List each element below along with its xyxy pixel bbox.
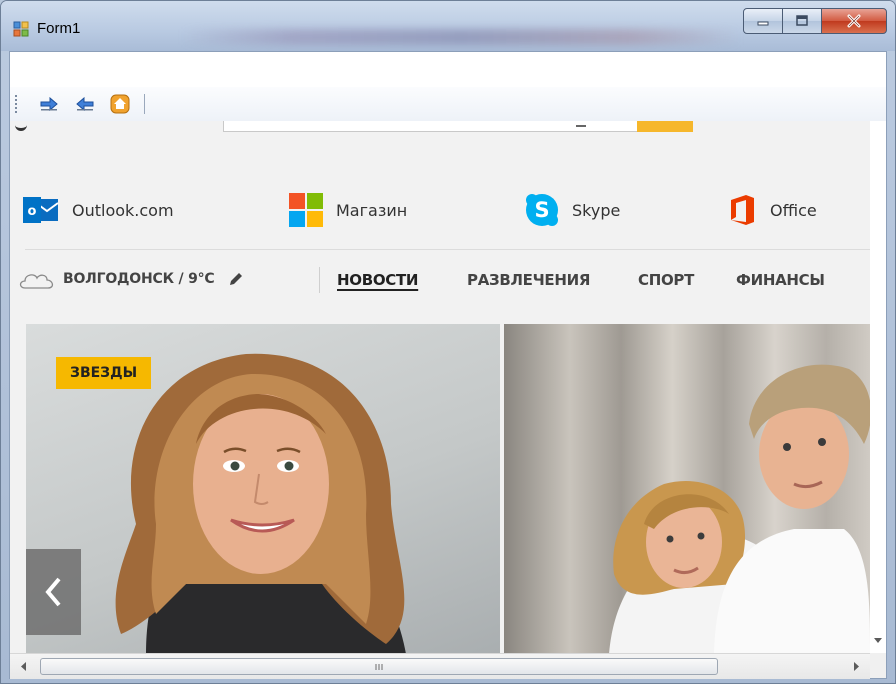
maximize-button[interactable] xyxy=(782,8,822,34)
weather-widget[interactable]: ВОЛГОДОНСК / 9°C xyxy=(17,268,245,290)
nav-item-news[interactable]: НОВОСТИ xyxy=(337,271,418,289)
home-button[interactable] xyxy=(109,93,131,115)
toolstrip-separator xyxy=(144,94,145,114)
quick-link-label: Skype xyxy=(572,200,621,220)
hero-carousel: ЗВЕЗДЫ xyxy=(26,324,870,653)
outlook-icon: o xyxy=(23,197,59,223)
office-icon xyxy=(731,195,754,225)
tool-strip xyxy=(10,87,886,122)
scroll-right-arrow-icon[interactable] xyxy=(848,654,864,679)
vertical-scrollbar[interactable] xyxy=(870,121,886,653)
svg-text:o: o xyxy=(28,204,37,219)
close-button[interactable] xyxy=(821,8,887,34)
grip-lines-icon xyxy=(375,663,383,670)
quick-link-label: Office xyxy=(770,200,817,220)
forward-button[interactable] xyxy=(38,93,60,115)
skype-icon: S xyxy=(526,194,558,226)
window-title: Form1 xyxy=(37,20,81,37)
quick-links-bar: o Outlook.com Магазин S Skype Office xyxy=(10,185,870,235)
nav-separator xyxy=(319,267,320,293)
chevron-left-icon xyxy=(44,577,61,607)
close-icon xyxy=(847,14,861,28)
scroll-down-arrow-icon[interactable] xyxy=(870,633,886,647)
weather-location-temp: ВОЛГОДОНСК / 9°C xyxy=(63,271,215,287)
couple-photo xyxy=(609,364,870,653)
horizontal-scroll-thumb[interactable] xyxy=(40,658,718,675)
app-window: Form1 o Outlook.com Магазин S Skype Offi… xyxy=(0,0,896,684)
title-bar[interactable]: Form1 xyxy=(1,1,895,51)
title-bar-glass-blur xyxy=(181,29,741,45)
hero-image-left[interactable]: ЗВЕЗДЫ xyxy=(26,324,500,653)
store-icon xyxy=(289,193,323,227)
quick-link-office[interactable]: Office xyxy=(728,185,817,235)
hero-image-right[interactable] xyxy=(504,324,870,653)
search-text-fragment xyxy=(576,121,586,127)
category-badge[interactable]: ЗВЕЗДЫ xyxy=(56,357,152,389)
minimize-button[interactable] xyxy=(743,8,783,34)
carousel-prev-button[interactable] xyxy=(26,549,81,635)
back-button[interactable] xyxy=(74,93,96,115)
svg-text:S: S xyxy=(534,198,549,222)
minimize-icon xyxy=(757,21,769,26)
search-button[interactable] xyxy=(637,121,693,132)
quick-link-label: Магазин xyxy=(336,200,408,220)
horizontal-scrollbar[interactable] xyxy=(10,653,870,679)
maximize-icon xyxy=(796,15,808,26)
cloud-icon xyxy=(19,274,54,289)
form-client-area: o Outlook.com Магазин S Skype Office ВОЛ… xyxy=(9,51,887,679)
home-icon xyxy=(110,94,130,114)
nav-item-finance[interactable]: ФИНАНСЫ xyxy=(736,271,825,289)
scroll-left-arrow-icon[interactable] xyxy=(16,654,32,679)
quick-link-outlook[interactable]: o Outlook.com xyxy=(22,185,174,235)
web-browser-view[interactable]: o Outlook.com Магазин S Skype Office ВОЛ… xyxy=(10,121,870,653)
logo-fragment xyxy=(15,122,27,131)
scrollbar-corner xyxy=(870,653,886,678)
nav-item-entertainment[interactable]: РАЗВЛЕЧЕНИЯ xyxy=(467,271,590,289)
section-divider xyxy=(25,249,870,250)
app-form-icon xyxy=(13,21,29,37)
edit-pencil-icon[interactable] xyxy=(227,270,245,288)
forward-arrow-icon xyxy=(40,97,58,111)
quick-link-store[interactable]: Магазин xyxy=(288,185,407,235)
nav-item-sport[interactable]: СПОРТ xyxy=(638,271,694,289)
toolstrip-grip[interactable] xyxy=(15,95,17,113)
quick-link-label: Outlook.com xyxy=(72,200,174,220)
menu-strip xyxy=(10,52,886,88)
news-nav-bar: ВОЛГОДОНСК / 9°C НОВОСТИ РАЗВЛЕЧЕНИЯ СПО… xyxy=(10,251,870,313)
back-arrow-icon xyxy=(76,97,94,111)
quick-link-skype[interactable]: S Skype xyxy=(524,185,620,235)
